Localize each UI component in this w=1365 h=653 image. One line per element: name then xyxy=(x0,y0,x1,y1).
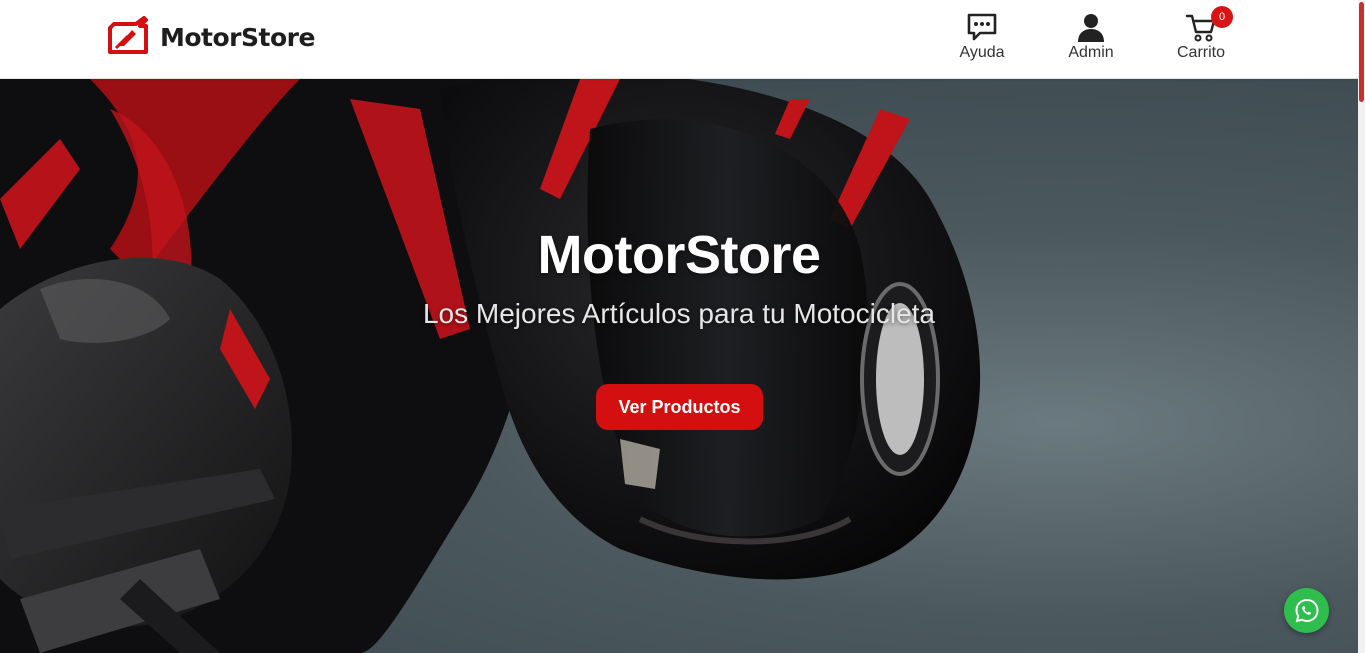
page: MotorStore Ayuda Admin 0 Carrito MotorSt… xyxy=(0,0,1365,653)
hero-title: MotorStore xyxy=(537,225,821,285)
hero-background-image xyxy=(0,79,981,653)
logo-link[interactable]: MotorStore xyxy=(106,16,315,58)
logo-text: MotorStore xyxy=(160,22,315,52)
whatsapp-button[interactable] xyxy=(1284,588,1329,633)
nav-help-label: Ayuda xyxy=(959,44,1005,61)
nav-admin-label: Admin xyxy=(1068,44,1114,61)
hero-subtitle: Los Mejores Artículos para tu Motociclet… xyxy=(422,298,935,329)
scrollbar[interactable] xyxy=(1358,0,1365,653)
whatsapp-icon xyxy=(1294,598,1319,622)
nav-help[interactable]: Ayuda xyxy=(942,12,1022,68)
chat-help-icon xyxy=(967,13,997,41)
cart-count-badge: 0 xyxy=(1211,6,1233,28)
user-icon xyxy=(1078,14,1104,42)
scrollbar-thumb[interactable] xyxy=(1359,2,1364,102)
site-header: MotorStore Ayuda Admin 0 Carrito xyxy=(0,0,1358,79)
view-products-button[interactable]: Ver Productos xyxy=(596,384,763,430)
hero-section: MotorStore Los Mejores Artículos para tu… xyxy=(0,79,1358,653)
nav-cart[interactable]: 0 Carrito xyxy=(1161,6,1241,68)
nav-cart-label: Carrito xyxy=(1176,44,1225,61)
nav-admin[interactable]: Admin xyxy=(1051,12,1131,68)
logo-icon xyxy=(108,16,148,54)
